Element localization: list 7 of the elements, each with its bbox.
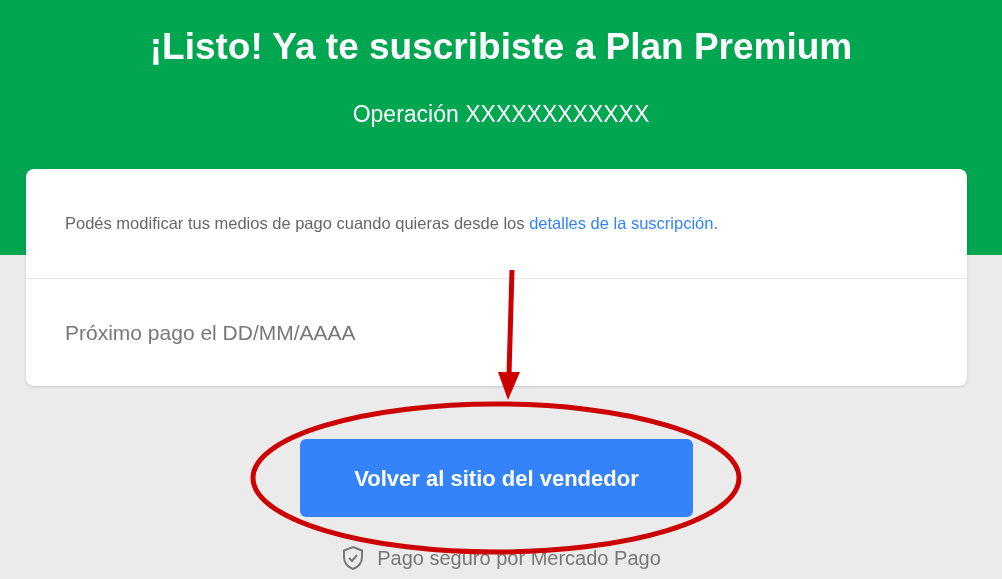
operation-number: Operación XXXXXXXXXXXX [352, 100, 650, 129]
return-button[interactable]: Volver al sitio del vendedor [300, 439, 693, 517]
page-title: ¡Listo! Ya te suscribiste a Plan Premium [149, 25, 853, 69]
shield-check-icon [341, 545, 366, 571]
notice-text: Podés modificar tus medios de pago cuando quieras desde los detalles de la suscripción. [65, 213, 719, 235]
next-payment-text: Próximo pago el DD/MM/AAAA [65, 319, 356, 346]
subscription-details-link[interactable]: detalles de la suscripción [529, 214, 714, 233]
